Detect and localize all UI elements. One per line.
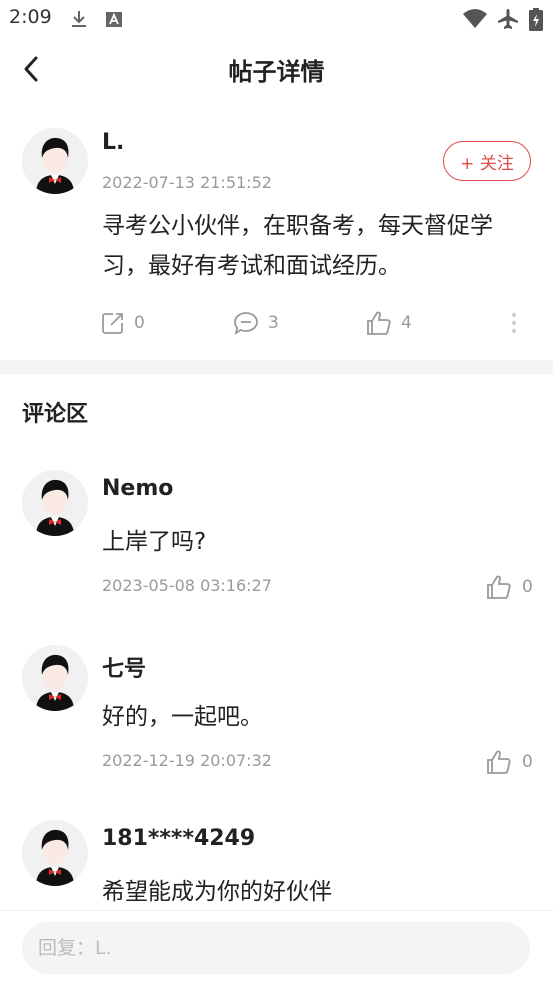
section-divider [0, 360, 553, 374]
post-card: L. 2022-07-13 21:51:52 + 关注 寻考公小伙伴，在职备考，… [0, 100, 553, 360]
comment-author-name[interactable]: 181****4249 [102, 826, 255, 851]
comment-action[interactable]: 3 [233, 308, 279, 338]
comment-item: 七号 好的，一起吧。 2022-12-19 20:07:32 0 [0, 645, 553, 815]
share-count: 0 [134, 313, 145, 333]
reply-input[interactable] [22, 922, 530, 974]
status-bar: 2:09 [0, 0, 553, 38]
comment-icon [234, 312, 258, 335]
battery-icon [529, 8, 543, 31]
more-dot [512, 329, 516, 333]
avatar[interactable] [22, 645, 88, 711]
avatar[interactable] [22, 470, 88, 536]
avatar[interactable] [22, 820, 88, 886]
comment-author-name[interactable]: 七号 [102, 651, 146, 683]
airplane-mode-icon [498, 9, 518, 29]
more-dot [512, 321, 516, 325]
download-icon [72, 11, 86, 27]
follow-button[interactable]: + 关注 [443, 141, 531, 181]
comment-like-count: 0 [522, 752, 533, 772]
status-time: 2:09 [9, 6, 52, 28]
thumbs-up-icon [487, 750, 511, 774]
comment-count: 3 [268, 313, 279, 333]
comment-like-count: 0 [522, 577, 533, 597]
like-action[interactable]: 4 [366, 308, 412, 338]
comments-section-title: 评论区 [22, 402, 89, 427]
top-navigation-bar: 帖子详情 [0, 38, 553, 100]
comment-author-name[interactable]: Nemo [102, 476, 173, 501]
app-notification-icon [106, 12, 122, 27]
share-action[interactable]: 0 [101, 308, 145, 338]
user-avatar-icon [22, 645, 88, 711]
reply-bar [0, 910, 553, 984]
comment-item: Nemo 上岸了吗? 2023-05-08 03:16:27 0 [0, 470, 553, 640]
more-vertical-icon [512, 313, 516, 317]
comment-timestamp: 2022-12-19 20:07:32 [102, 751, 272, 770]
user-avatar-icon [22, 128, 88, 194]
comment-like-action[interactable]: 0 [486, 747, 533, 777]
post-content: 寻考公小伙伴，在职备考，每天督促学习，最好有考试和面试经历。 [102, 213, 493, 279]
comment-text: 好的，一起吧。 [102, 704, 263, 730]
more-options-button[interactable] [504, 308, 524, 338]
comment-timestamp: 2023-05-08 03:16:27 [102, 576, 272, 595]
share-edit-icon [102, 313, 123, 334]
thumbs-up-icon [367, 311, 391, 335]
user-avatar-icon [22, 470, 88, 536]
thumbs-up-icon [487, 575, 511, 599]
wifi-icon [463, 9, 487, 28]
avatar[interactable] [22, 128, 88, 194]
like-count: 4 [401, 313, 412, 333]
comment-text: 希望能成为你的好伙伴 [102, 879, 332, 905]
comment-text: 上岸了吗? [102, 529, 207, 555]
page-title: 帖子详情 [228, 58, 325, 86]
comment-like-action[interactable]: 0 [486, 572, 533, 602]
post-detail-page: 2:09 帖子详情 L. 2022-07-13 21:51:52 + 关注 寻考… [0, 0, 553, 984]
post-timestamp: 2022-07-13 21:51:52 [102, 173, 272, 192]
post-author-name[interactable]: L. [102, 130, 124, 155]
user-avatar-icon [22, 820, 88, 886]
